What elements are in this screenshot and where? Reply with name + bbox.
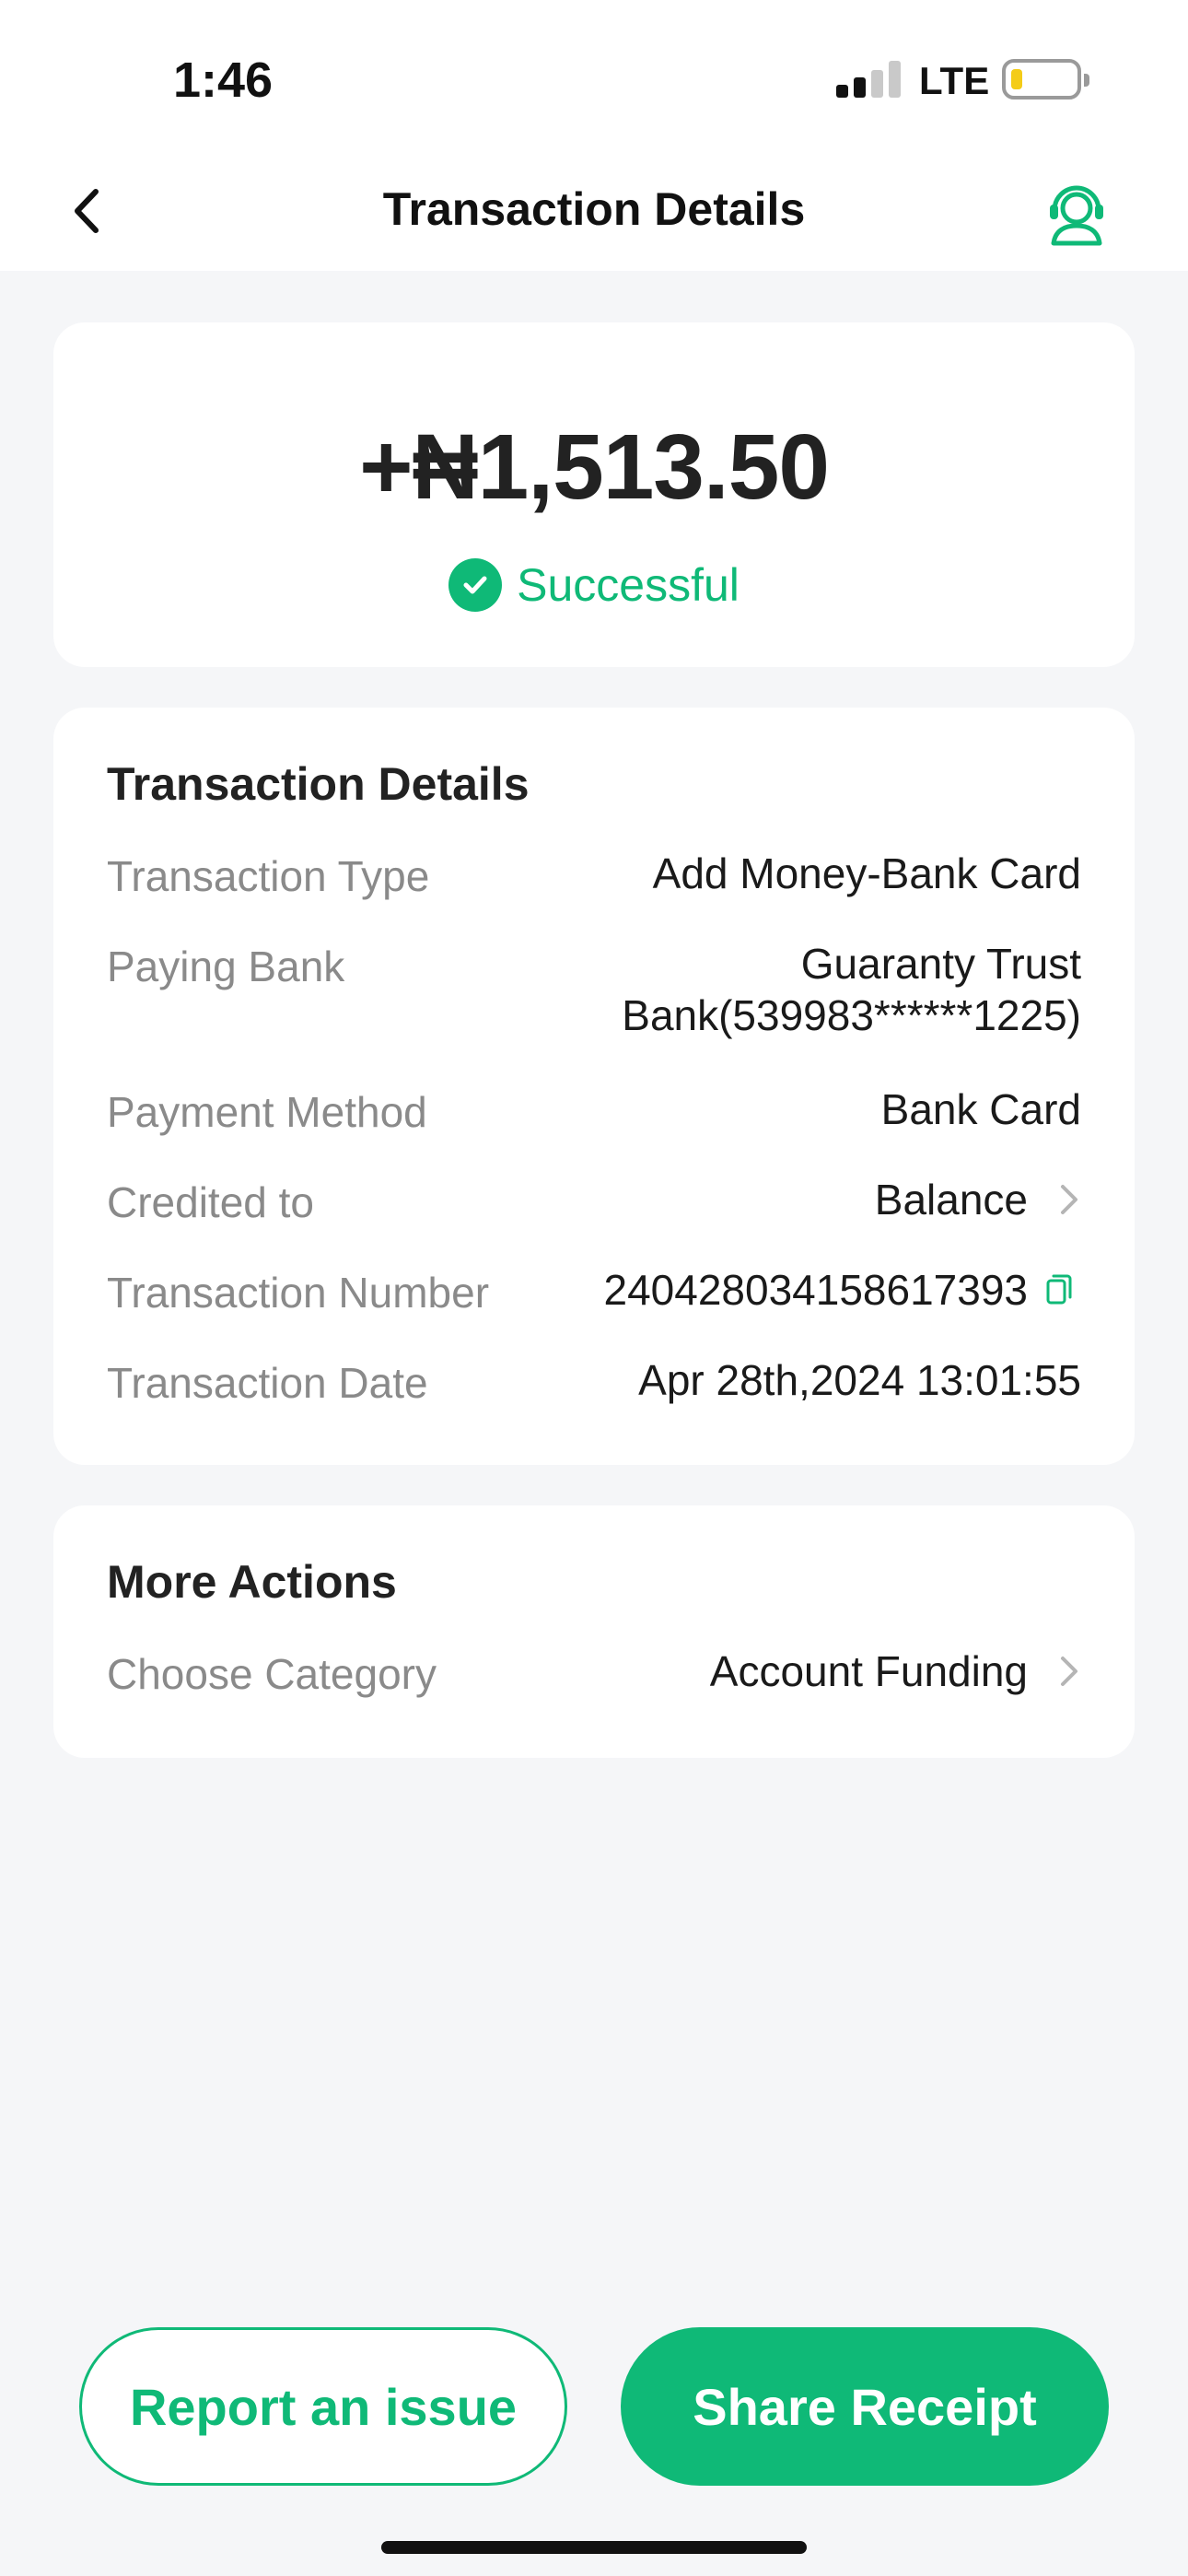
credited-to-value[interactable]: Balance <box>875 1174 1028 1225</box>
choose-category-label: Choose Category <box>107 1650 437 1698</box>
transaction-type-label: Transaction Type <box>107 852 430 900</box>
more-actions-card: More Actions Choose Category Account Fun… <box>53 1505 1135 1758</box>
navigation-bar: Transaction Details <box>0 157 1188 271</box>
amount-card: +₦1,513.50 Successful <box>53 322 1135 667</box>
paying-bank-value: Guaranty Trust Bank(539983******1225) <box>622 938 1081 1041</box>
status-bar: 1:46 LTE <box>0 0 1188 157</box>
network-label: LTE <box>919 59 990 102</box>
check-circle-icon <box>448 558 503 612</box>
paying-bank-line1: Guaranty Trust <box>800 940 1081 988</box>
status-time: 1:46 <box>173 53 274 108</box>
payment-method-label: Payment Method <box>107 1088 427 1136</box>
status-row: Successful <box>53 558 1135 612</box>
transaction-amount: +₦1,513.50 <box>359 416 830 519</box>
support-button[interactable] <box>1044 175 1109 249</box>
battery-icon <box>1002 59 1089 100</box>
chevron-right-icon[interactable] <box>1057 1181 1081 1218</box>
transaction-date-value: Apr 28th,2024 13:01:55 <box>638 1356 1081 1404</box>
chevron-right-icon[interactable] <box>1057 1653 1081 1690</box>
report-issue-button[interactable]: Report an issue <box>79 2327 567 2486</box>
support-agent-icon <box>1050 185 1103 246</box>
section-title: Transaction Details <box>107 758 530 810</box>
paying-bank-line2: Bank(539983******1225) <box>622 991 1081 1039</box>
transaction-type-value: Add Money-Bank Card <box>652 849 1081 897</box>
page-title: Transaction Details <box>382 183 806 235</box>
transaction-date-label: Transaction Date <box>107 1359 428 1407</box>
status-badge: Successful <box>517 559 740 611</box>
section-title: More Actions <box>107 1556 397 1608</box>
transaction-details-card: Transaction Details Transaction Type Add… <box>53 708 1135 1465</box>
category-value[interactable]: Account Funding <box>710 1645 1028 1697</box>
transaction-number-value: 240428034158617393 <box>603 1266 1029 1314</box>
share-receipt-button[interactable]: Share Receipt <box>621 2327 1109 2486</box>
signal-icon <box>836 61 901 98</box>
transaction-number-label: Transaction Number <box>107 1269 490 1317</box>
credited-to-label: Credited to <box>107 1178 315 1226</box>
payment-method-value: Bank Card <box>880 1085 1081 1133</box>
copy-icon[interactable] <box>1044 1271 1074 1306</box>
home-indicator <box>381 2541 807 2554</box>
paying-bank-label: Paying Bank <box>107 943 345 990</box>
